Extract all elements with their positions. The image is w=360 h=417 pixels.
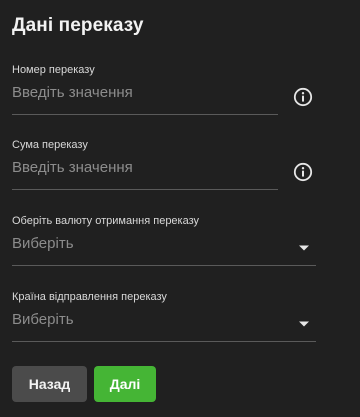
- amount-label: Сума переказу: [12, 139, 88, 151]
- currency-label: Оберіть валюту отримання переказу: [12, 215, 200, 227]
- currency-select[interactable]: Оберіть валюту отримання переказу Вибері…: [12, 215, 316, 266]
- transfer-number-label: Номер переказу: [12, 64, 95, 76]
- info-icon[interactable]: [293, 87, 313, 107]
- currency-selected-value[interactable]: Виберіть: [12, 233, 74, 255]
- info-icon[interactable]: [293, 162, 313, 182]
- amount-input[interactable]: [12, 157, 276, 179]
- next-button[interactable]: Далі: [94, 366, 156, 402]
- currency-underline: [12, 265, 316, 266]
- page-title: Дані переказу: [12, 15, 144, 36]
- amount-field: Сума переказу: [12, 139, 317, 190]
- country-label: Країна відправлення переказу: [12, 291, 167, 303]
- chevron-down-icon[interactable]: [298, 320, 310, 328]
- transfer-number-field: Номер переказу: [12, 64, 317, 115]
- back-button[interactable]: Назад: [12, 366, 87, 402]
- country-select[interactable]: Країна відправлення переказу Виберіть: [12, 291, 316, 342]
- transfer-number-input[interactable]: [12, 82, 276, 104]
- country-selected-value[interactable]: Виберіть: [12, 309, 74, 331]
- country-underline: [12, 341, 316, 342]
- transfer-number-underline: [12, 114, 278, 115]
- amount-underline: [12, 189, 278, 190]
- chevron-down-icon[interactable]: [298, 244, 310, 252]
